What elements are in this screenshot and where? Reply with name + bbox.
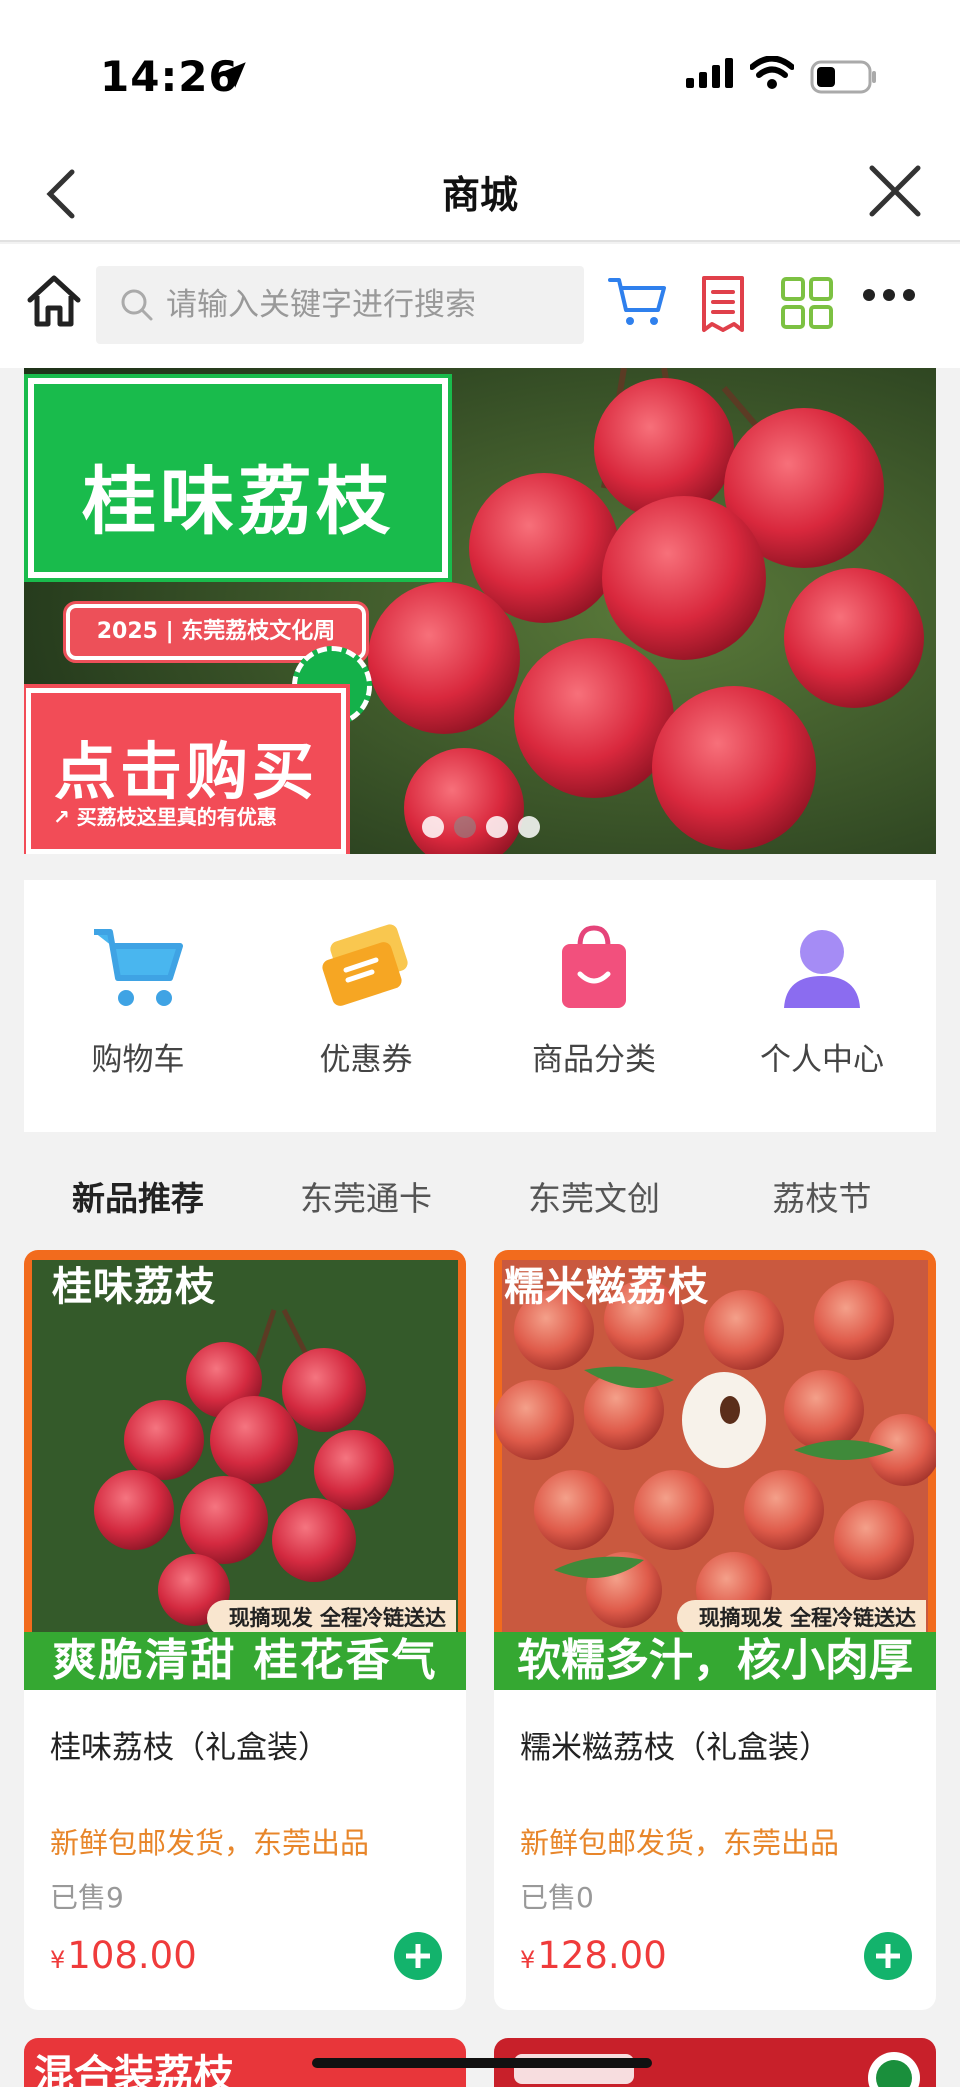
shop-toolbar xyxy=(0,244,960,368)
product-sold-count: 已售0 xyxy=(520,1881,594,1914)
orders-icon[interactable] xyxy=(700,274,746,334)
add-to-cart-button[interactable] xyxy=(864,1932,912,1980)
carousel-dot[interactable] xyxy=(518,816,540,838)
cart-icon xyxy=(94,929,183,1006)
search-input[interactable] xyxy=(166,266,566,344)
battery-icon xyxy=(810,60,876,94)
price-value: 128.00 xyxy=(537,1934,667,1977)
price-value: 108.00 xyxy=(67,1934,197,1977)
banner-title: 桂味荔枝 xyxy=(82,459,394,545)
tab-dongguan-card[interactable]: 东莞通卡 xyxy=(252,1172,480,1220)
banner-buy-button[interactable]: 点击购买 ↗ 买荔枝这里真的有优惠 xyxy=(24,684,350,854)
cellular-signal-icon xyxy=(686,58,733,88)
product-card[interactable]: 糯米糍荔枝 现摘现发 全程冷链送达 软糯多汁，核小肉厚 糯米糍荔枝（礼盒装） 新… xyxy=(494,1250,936,2010)
close-icon[interactable] xyxy=(860,156,930,226)
more-icon[interactable] xyxy=(862,286,916,304)
promo-banner[interactable]: 桂味荔枝 2025 | 东莞荔枝文化周 点击购买 ↗ 买荔枝这里真的有优惠 xyxy=(24,368,936,854)
product-image[interactable]: 桂味荔枝 现摘现发 全程冷链送达 爽脆清甜 桂花香气 xyxy=(24,1250,466,1690)
category-grid-icon[interactable] xyxy=(780,276,834,330)
coupon-icon xyxy=(322,924,408,1006)
image-shipping-strip: 现摘现发 全程冷链送达 xyxy=(206,1600,456,1636)
product-tabs: 新品推荐 东莞通卡 东莞文创 荔枝节 xyxy=(24,1150,936,1242)
image-shipping-strip: 现摘现发 全程冷链送达 xyxy=(676,1600,926,1636)
add-to-cart-button[interactable] xyxy=(394,1932,442,1980)
carousel-dots[interactable] xyxy=(422,816,540,838)
quick-menu-cart[interactable]: 购物车 xyxy=(24,922,252,1079)
currency-symbol: ¥ xyxy=(50,1946,66,1974)
carousel-dot[interactable] xyxy=(486,816,508,838)
quick-menu-profile[interactable]: 个人中心 xyxy=(708,922,936,1079)
search-icon xyxy=(121,289,153,321)
carousel-dot[interactable] xyxy=(422,816,444,838)
product-subtitle: 新鲜包邮发货，东莞出品 xyxy=(520,1826,840,1860)
location-arrow-icon xyxy=(220,62,246,88)
image-slogan: 软糯多汁，核小肉厚 xyxy=(494,1632,936,1690)
quick-menu-category[interactable]: 商品分类 xyxy=(480,922,708,1079)
image-tag: 桂味荔枝 xyxy=(52,1264,216,1310)
image-slogan: 爽脆清甜 桂花香气 xyxy=(24,1632,466,1690)
product-subtitle: 新鲜包邮发货，东莞出品 xyxy=(50,1826,370,1860)
home-icon[interactable] xyxy=(26,274,82,328)
shopping-bag-icon xyxy=(562,925,626,1008)
product-price: ¥128.00 xyxy=(520,1934,667,1977)
page-title: 商城 xyxy=(441,173,518,217)
product-card[interactable]: 桂味荔枝 现摘现发 全程冷链送达 爽脆清甜 桂花香气 桂味荔枝（礼盒装） 新鲜包… xyxy=(24,1250,466,2010)
quick-menu-coupon[interactable]: 优惠券 xyxy=(252,922,480,1079)
status-bar: 14:26 xyxy=(0,0,960,150)
image-tag: 混合装荔枝 xyxy=(34,2052,234,2087)
search-box[interactable] xyxy=(96,266,584,344)
tab-lychee-festival[interactable]: 荔枝节 xyxy=(708,1172,936,1220)
nav-bar: 商城 xyxy=(0,150,960,242)
banner-buy-title: 点击购买 xyxy=(53,735,318,808)
tab-dongguan-culture[interactable]: 东莞文创 xyxy=(480,1172,708,1220)
currency-symbol: ¥ xyxy=(520,1946,536,1974)
home-indicator xyxy=(312,2058,652,2068)
image-tag: 糯米糍荔枝 xyxy=(504,1264,709,1310)
carousel-dot[interactable] xyxy=(454,816,476,838)
product-sold-count: 已售9 xyxy=(50,1881,124,1914)
cart-icon[interactable] xyxy=(608,276,668,328)
product-name[interactable]: 糯米糍荔枝（礼盒装） xyxy=(520,1722,830,1767)
product-name[interactable]: 桂味荔枝（礼盒装） xyxy=(50,1722,329,1767)
product-image[interactable]: 糯米糍荔枝 现摘现发 全程冷链送达 软糯多汁，核小肉厚 xyxy=(494,1250,936,1690)
product-price: ¥108.00 xyxy=(50,1934,197,1977)
user-icon xyxy=(784,930,860,1008)
banner-buy-subtitle: ↗ 买荔枝这里真的有优惠 xyxy=(53,805,277,829)
quick-menu: 购物车 优惠券 商品分类 个人中心 xyxy=(24,880,936,1132)
banner-title-box: 桂味荔枝 xyxy=(24,374,452,582)
tab-new-products[interactable]: 新品推荐 xyxy=(24,1172,252,1220)
wifi-icon xyxy=(750,56,794,89)
